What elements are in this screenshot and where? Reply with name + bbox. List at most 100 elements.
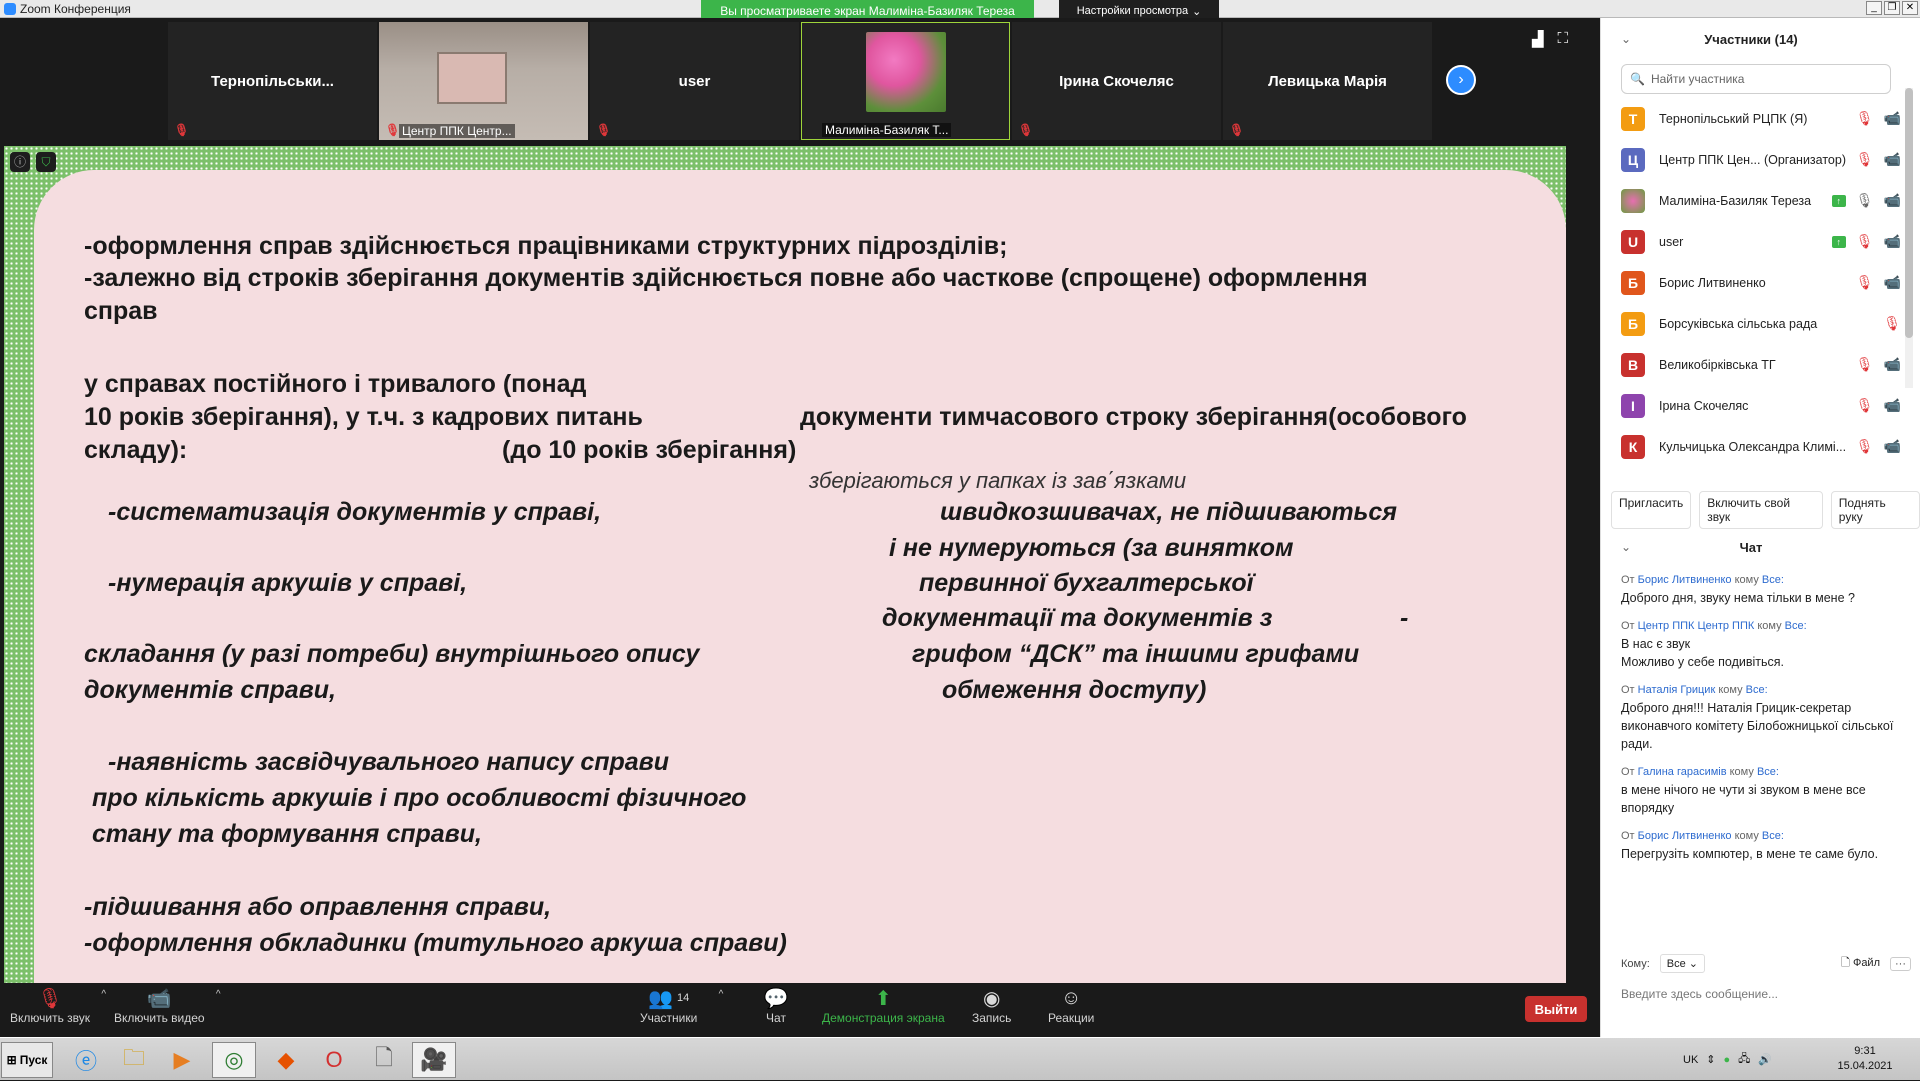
unmute-button[interactable]: 🎙 Включить звук ^ <box>10 985 106 1026</box>
chat-message: От Борис Литвиненко кому Все: Доброго дн… <box>1621 574 1901 607</box>
recipient-name[interactable]: Все: <box>1757 766 1779 778</box>
close-button[interactable]: ✕ <box>1902 1 1918 15</box>
video-thumbnail[interactable]: Левицька Марія 🎙 <box>1223 22 1432 140</box>
sender-name[interactable]: Наталія Грицик <box>1638 684 1716 696</box>
avatar: В <box>1621 352 1645 377</box>
slide-text: і не нумеруються (за винятком <box>889 534 1294 562</box>
slide-text: -систематизація документів у справі, <box>108 498 602 526</box>
tray-app-icon[interactable]: ● <box>1724 1054 1731 1066</box>
share-screen-icon: ⬆ <box>874 987 892 1010</box>
system-tray: UK ⇕ ● 🖧 🔊 <box>1683 1038 1772 1081</box>
reactions-button[interactable]: ☺ Реакции <box>1048 985 1094 1026</box>
info-icon[interactable]: ⓘ <box>10 152 30 172</box>
shield-icon[interactable]: ⛉ <box>36 152 56 172</box>
video-thumbnail[interactable]: user 🎙 <box>590 22 799 140</box>
participants-scrollbar[interactable] <box>1905 88 1913 388</box>
chevron-up-icon[interactable]: ^ <box>719 989 724 1000</box>
muted-mic-icon: 🎙 <box>1855 110 1874 126</box>
participant-row[interactable]: В Великобірківська ТГ 🎙 📹 <box>1601 344 1901 385</box>
file-button[interactable]: 🗋 Файл <box>1841 954 1880 973</box>
tray-arrow-icon[interactable]: ⇕ <box>1706 1053 1715 1066</box>
layout-icon[interactable]: ▟ <box>1532 30 1544 48</box>
video-thumbnail[interactable]: 🎙 Центр ППК Центр... <box>379 22 588 140</box>
slide-text: швидкозшивачах, не підшиваються <box>940 498 1398 526</box>
next-page-button[interactable]: › <box>1446 65 1476 95</box>
recipient-name[interactable]: Все: <box>1762 574 1784 586</box>
unmute-self-button[interactable]: Включить свой звук <box>1699 491 1823 529</box>
participant-row[interactable]: Б Борсуківська сільська рада 🎙 <box>1601 303 1901 344</box>
participant-name: Ірина Скочеляс <box>1659 398 1749 413</box>
video-thumbnail[interactable]: Ірина Скочеляс 🎙 <box>1012 22 1221 140</box>
message-text: в мене нічого не чути зі звуком в мене в… <box>1621 783 1866 815</box>
system-clock[interactable]: 9:31 15.04.2021 <box>1830 1044 1900 1074</box>
record-button[interactable]: ◉ Запись <box>972 985 1012 1026</box>
participant-name: Малиміна-Базиляк Тереза <box>1659 193 1812 208</box>
language-indicator[interactable]: UK <box>1683 1054 1698 1066</box>
share-screen-label: Демонстрация экрана <box>822 1011 945 1025</box>
start-button[interactable]: ⊞ Пуск <box>1 1042 53 1078</box>
app-icon[interactable]: ◆ <box>264 1042 308 1078</box>
slide-text: - <box>1400 604 1409 632</box>
view-controls: ▟ ⛶ <box>1532 30 1568 48</box>
chevron-up-icon[interactable]: ^ <box>216 989 221 1000</box>
chat-message-input[interactable]: Введите здесь сообщение... <box>1621 987 1911 1001</box>
chevron-up-icon[interactable]: ^ <box>101 989 106 1000</box>
volume-icon[interactable]: 🔊 <box>1758 1053 1772 1066</box>
participant-row[interactable]: U user ↑ 🎙 📹 <box>1601 221 1901 262</box>
more-options-button[interactable]: ··· <box>1890 956 1911 971</box>
chrome-icon[interactable]: ◎ <box>212 1042 256 1078</box>
minimize-button[interactable]: _ <box>1866 1 1882 15</box>
sender-name[interactable]: Борис Литвиненко <box>1638 574 1732 586</box>
message-text: Доброго дня!!! Наталія Грицик-секретар в… <box>1621 701 1894 751</box>
document-icon[interactable]: 🗋 <box>362 1042 406 1078</box>
slide-text: зберігаються у папках із зав΄язками <box>809 468 1187 493</box>
share-screen-button[interactable]: ⬆ Демонстрация экрана <box>822 985 945 1026</box>
fullscreen-icon[interactable]: ⛶ <box>1558 30 1569 48</box>
explorer-icon[interactable]: 🗀 <box>112 1042 156 1078</box>
video-thumbnail[interactable]: Тернопільськи... 🎙 <box>168 22 377 140</box>
sender-name[interactable]: Центр ППК Центр ППК <box>1638 620 1755 632</box>
start-video-button[interactable]: 📹 Включить видео ^ <box>114 985 221 1026</box>
muted-mic-icon: 🎙 <box>1855 397 1874 413</box>
participant-search-input[interactable]: 🔍 Найти участника <box>1621 64 1891 94</box>
record-label: Запись <box>972 1011 1012 1025</box>
recipient-select[interactable]: Все ⌄ <box>1659 954 1706 973</box>
participant-row[interactable]: Ц Центр ППК Цен... (Организатор) 🎙 📹 <box>1601 139 1901 180</box>
invite-button[interactable]: Пригласить <box>1611 491 1692 529</box>
zoom-taskbar-icon[interactable]: 🎥 <box>412 1042 456 1078</box>
video-thumbnail-active[interactable]: Малиміна-Базиляк Т... <box>801 22 1010 140</box>
slide-text: складання (у разі потреби) внутрішнього … <box>84 640 700 668</box>
share-badges: ⓘ ⛉ <box>10 152 56 172</box>
recipient-name[interactable]: Все: <box>1762 830 1784 842</box>
muted-mic-icon: 🎙 <box>1018 123 1034 137</box>
recipient-name[interactable]: Все: <box>1746 684 1768 696</box>
opera-icon[interactable]: O <box>312 1042 356 1078</box>
internet-explorer-icon[interactable]: ⓔ <box>64 1042 108 1078</box>
participant-row[interactable]: I Ірина Скочеляс 🎙 📹 <box>1601 385 1901 426</box>
file-icon: 🗋 <box>1841 957 1850 969</box>
participant-name: Великобірківська ТГ <box>1659 357 1776 372</box>
participant-row[interactable]: К Кульчицька Олександра Климі... 🎙 📹 <box>1601 426 1901 467</box>
muted-mic-icon: 🎙 <box>596 123 612 137</box>
restore-button[interactable]: ❐ <box>1884 1 1900 15</box>
raise-hand-button[interactable]: Поднять руку <box>1830 491 1920 529</box>
leave-button[interactable]: Выйти <box>1525 996 1587 1022</box>
slide-text: у справах постійного і тривалого (понад <box>84 370 587 398</box>
muted-mic-icon: 🎙 <box>174 123 190 137</box>
chat-button[interactable]: 💬 Чат <box>762 985 790 1026</box>
participant-row[interactable]: Б Борис Литвиненко 🎙 📹 <box>1601 262 1901 303</box>
recipient-name[interactable]: Все: <box>1785 620 1807 632</box>
media-player-icon[interactable]: ▶ <box>160 1042 204 1078</box>
sender-name[interactable]: Борис Литвиненко <box>1638 830 1732 842</box>
muted-mic-icon: 🎙 <box>1855 233 1874 249</box>
slide-text: стану та формування справи, <box>92 820 483 848</box>
participant-row[interactable]: Т Тернопільський РЦПК (Я) 🎙 📹 <box>1601 98 1901 139</box>
participants-button[interactable]: 👥 14 Участники ^ <box>640 985 723 1026</box>
network-icon[interactable]: 🖧 <box>1738 1050 1750 1069</box>
muted-mic-icon: 🎙 <box>1855 274 1874 290</box>
chat-message: От Центр ППК Центр ППК кому Все: В нас є… <box>1621 620 1901 671</box>
sender-name[interactable]: Галина гарасимів <box>1638 766 1727 778</box>
participant-row[interactable]: Малиміна-Базиляк Тереза ↑ 🎙 📹 <box>1601 180 1901 221</box>
window-title-text: Zoom Конференция <box>20 1 131 16</box>
thumbnail-name: Ірина Скочеляс <box>1059 72 1174 90</box>
